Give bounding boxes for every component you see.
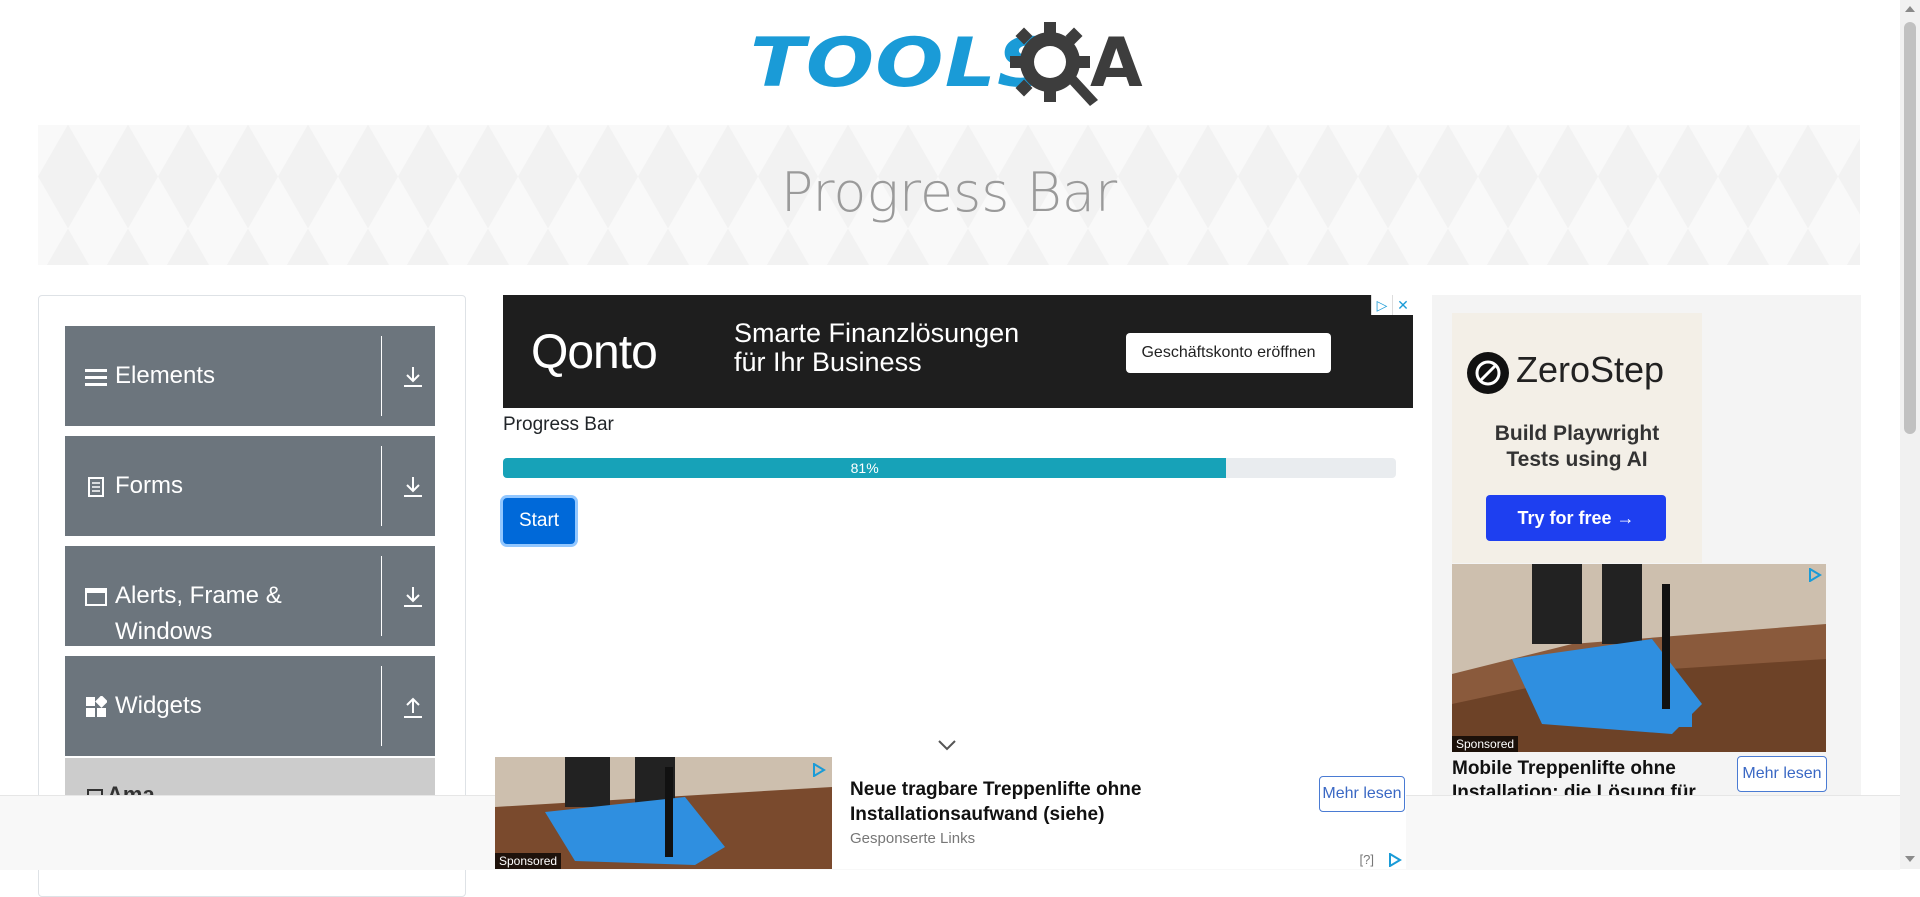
- ad-badges: ▷ ✕: [1371, 295, 1413, 315]
- ad-text: Smarte Finanzlösungen für Ihr Business: [734, 319, 1019, 377]
- sidebar-group-alerts-frame-windows[interactable]: Alerts, Frame & Windows: [65, 546, 435, 646]
- list-icon: [85, 369, 107, 386]
- scroll-up-icon[interactable]: [1905, 6, 1915, 12]
- stairlift-illustration: [1452, 564, 1826, 752]
- logo-suffix: A: [1090, 24, 1143, 103]
- bottom-sticky-ad[interactable]: Sponsored Neue tragbare Treppenlifte ohn…: [495, 757, 1406, 869]
- progress-bar-track: 81%: [503, 458, 1396, 478]
- sidebar-group-widgets[interactable]: Widgets: [65, 656, 435, 756]
- sponsored-badge: Sponsored: [1452, 736, 1519, 752]
- divider: [381, 556, 382, 636]
- sidebar-group-label: Elements: [115, 362, 216, 389]
- upload-arrow-icon[interactable]: [400, 694, 426, 720]
- chevron-down-icon[interactable]: [937, 738, 957, 752]
- stairlift-ad-image[interactable]: Sponsored: [495, 757, 832, 869]
- progress-bar-fill: 81%: [503, 458, 1227, 478]
- ad-cta-button[interactable]: Geschäftskonto eröffnen: [1126, 333, 1331, 373]
- adchoices-icon[interactable]: ▷: [1371, 295, 1392, 315]
- progress-bar-label: Progress Bar: [503, 414, 614, 435]
- adchoices-icon[interactable]: [1388, 853, 1402, 867]
- sponsored-badge: Sponsored: [495, 853, 562, 869]
- qonto-ad-banner[interactable]: Qonto Smarte Finanzlösungen für Ihr Busi…: [503, 295, 1413, 408]
- mehr-lesen-button[interactable]: Mehr lesen: [1737, 756, 1827, 792]
- zerostep-logo-icon: [1467, 352, 1509, 394]
- start-button[interactable]: Start: [503, 498, 575, 544]
- page-banner: Progress Bar: [38, 125, 1860, 265]
- ad-headline[interactable]: Neue tragbare Treppenlifte ohne Installa…: [850, 777, 1270, 827]
- sidebar-group-label: Forms: [115, 472, 183, 499]
- mehr-lesen-button[interactable]: Mehr lesen: [1319, 776, 1405, 812]
- document-icon: [88, 477, 104, 497]
- divider: [381, 336, 382, 416]
- ad-help-link[interactable]: [?]: [1360, 852, 1374, 867]
- sidebar-group-elements[interactable]: Elements: [65, 326, 435, 426]
- scroll-thumb[interactable]: [1904, 22, 1916, 434]
- ad-headline[interactable]: Mobile Treppenlifte ohne Installation: d…: [1452, 757, 1732, 795]
- adchoices-icon[interactable]: [1808, 568, 1822, 582]
- scroll-down-icon[interactable]: [1905, 856, 1915, 862]
- widgets-icon: [86, 696, 107, 717]
- download-arrow-icon[interactable]: [400, 364, 426, 390]
- sidebar-group-label: Alerts, Frame & Windows: [115, 582, 282, 645]
- ad-text-line2: für Ihr Business: [734, 347, 922, 377]
- divider: [381, 446, 382, 526]
- download-arrow-icon[interactable]: [400, 584, 426, 610]
- page-scrollbar[interactable]: [1900, 0, 1920, 869]
- page-title: Progress Bar: [780, 161, 1118, 224]
- zerostep-ad[interactable]: ZeroStep Build Playwright Tests using AI…: [1452, 313, 1702, 563]
- close-icon[interactable]: ✕: [1392, 295, 1413, 315]
- stairlift-ad-image[interactable]: Sponsored: [1452, 564, 1826, 752]
- ad-text-line2: Tests using AI: [1506, 448, 1648, 471]
- toolsqa-logo[interactable]: TOOLS A: [750, 18, 1170, 114]
- ad-text-line1: Smarte Finanzlösungen: [734, 318, 1020, 348]
- window-icon: [85, 588, 107, 606]
- ad-brand: Qonto: [531, 326, 658, 379]
- ad-sponsor-label: Gesponserte Links: [850, 830, 976, 847]
- sidebar-group-label: Widgets: [115, 692, 202, 719]
- divider: [381, 666, 382, 746]
- ad-text: Build Playwright Tests using AI: [1452, 421, 1702, 473]
- download-arrow-icon[interactable]: [400, 474, 426, 500]
- try-for-free-button[interactable]: Try for free →: [1486, 495, 1666, 541]
- ad-text-line1: Build Playwright: [1494, 422, 1660, 445]
- ad-brand: ZeroStep: [1516, 349, 1665, 390]
- sidebar-group-forms[interactable]: Forms: [65, 436, 435, 536]
- adchoices-icon[interactable]: [812, 763, 826, 777]
